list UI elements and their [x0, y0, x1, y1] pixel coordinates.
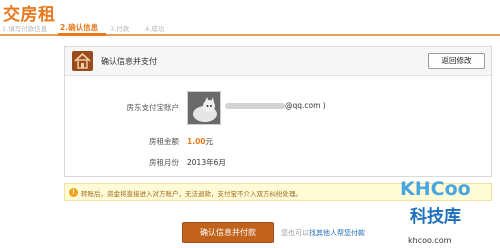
account-label: 房东支付宝账户: [126, 103, 180, 112]
avatar: [187, 91, 221, 125]
warning-icon: !: [69, 188, 78, 197]
amount-value-group: 1.00元: [187, 136, 213, 147]
step-4: 4.成功: [145, 25, 165, 33]
confirm-panel: 确认信息并支付 返回修改 房东支付宝账户 @qq.com ) 房租金额 1.00…: [64, 46, 492, 177]
amount-value: 1.00: [187, 137, 206, 146]
step-1: 1.填写付款信息: [2, 25, 48, 33]
account-redacted: [225, 103, 285, 109]
month-label: 房租月份: [149, 158, 179, 167]
ask-others-pay-link[interactable]: 找其他人帮您付款: [309, 229, 365, 237]
back-edit-button[interactable]: 返回修改: [428, 53, 485, 69]
step-active-marker: [58, 33, 106, 36]
confirm-pay-button[interactable]: 确认信息并付款: [182, 222, 274, 243]
watermark: KHCoo 科技库: [396, 176, 498, 234]
step-2-active: 2.确认信息: [60, 23, 99, 32]
notice-text: 转账后，资金将直接进入对方账户，无法退款，支付宝不介入双方纠纷处理。: [81, 190, 302, 198]
watermark-name: 科技库: [410, 207, 461, 227]
house-icon: [72, 51, 93, 71]
amount-unit: 元: [205, 137, 214, 146]
watermark-url: khcoo.com: [408, 236, 452, 245]
alt-payment-text: 您也可以找其他人帮您付款: [281, 228, 365, 238]
account-email: @qq.com ): [285, 101, 326, 110]
amount-label: 房租金额: [149, 137, 179, 146]
step-3: 3.付款: [110, 25, 130, 33]
panel-header-text: 确认信息并支付: [101, 57, 157, 66]
month-value: 2013年6月: [187, 158, 226, 167]
watermark-logo: KHCoo: [400, 178, 471, 200]
panel-header: 确认信息并支付 返回修改: [65, 47, 491, 76]
alt-prefix: 您也可以: [281, 229, 309, 237]
